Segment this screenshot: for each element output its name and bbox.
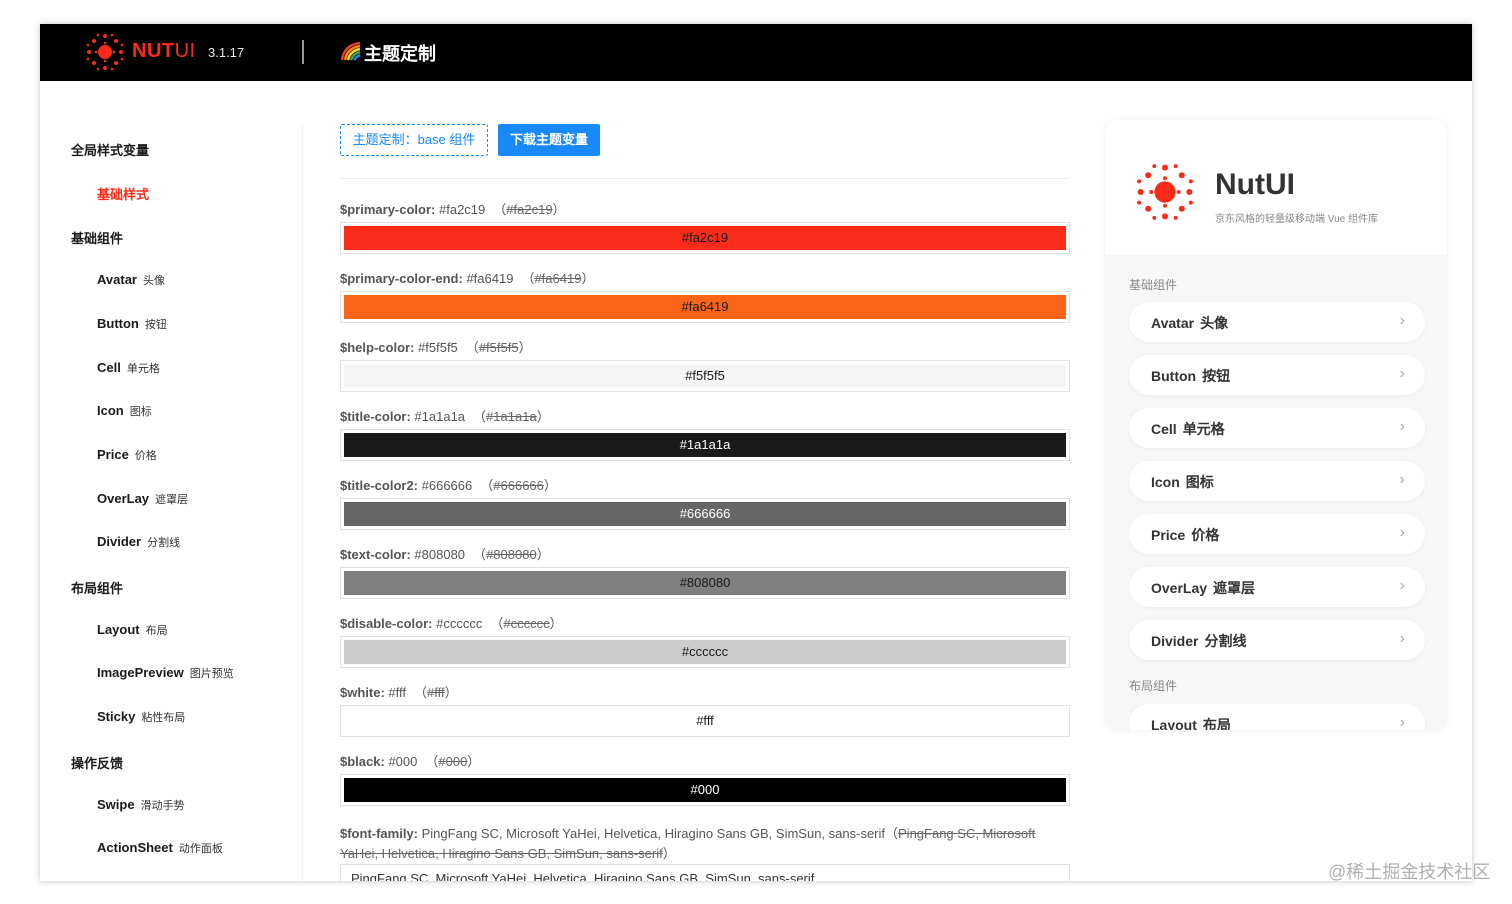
variable-row: $disable-color: #cccccc （#cccccc） #cccccc	[340, 614, 1072, 668]
preview-item-overlay[interactable]: OverLay 遮罩层 ›	[1129, 567, 1425, 607]
color-swatch[interactable]: #fa2c19	[344, 226, 1066, 250]
sidebar-group-feedback: 操作反馈	[71, 756, 124, 771]
theme-base-button[interactable]: 主题定制：base 组件	[340, 124, 488, 156]
sidebar-item-overlay[interactable]: OverLay 遮罩层	[97, 491, 188, 507]
variable-row: $white: #fff （#fff） #fff	[340, 683, 1072, 737]
brand-name[interactable]: NUTUI	[132, 40, 196, 63]
sidebar-item-button[interactable]: Button 按钮	[97, 316, 167, 332]
variable-label: $primary-color: #fa2c19 （#fa2c19）	[340, 202, 566, 217]
chevron-right-icon: ›	[1399, 524, 1405, 541]
preview-group-basic: 基础组件	[1129, 278, 1178, 292]
preview-item-price[interactable]: Price 价格 ›	[1129, 514, 1425, 554]
color-input[interactable]: #f5f5f5	[340, 360, 1070, 392]
chevron-right-icon: ›	[1399, 365, 1405, 382]
chevron-right-icon: ›	[1399, 577, 1405, 594]
variable-row: $primary-color-end: #fa6419 （#fa6419） #fa…	[340, 269, 1072, 323]
font-family-input[interactable]: PingFang SC, Microsoft YaHei, Helvetica,…	[340, 864, 1070, 881]
sidebar-item-sticky[interactable]: Sticky 粘性布局	[97, 709, 185, 725]
variable-label: $black: #000 （#000）	[340, 754, 481, 769]
color-swatch[interactable]: #cccccc	[344, 640, 1066, 664]
variable-label: $title-color2: #666666 （#666666）	[340, 478, 557, 493]
variable-row: $title-color2: #666666 （#666666） #666666	[340, 476, 1072, 530]
variable-label: $help-color: #f5f5f5 （#f5f5f5）	[340, 340, 532, 355]
preview-item-cell[interactable]: Cell 单元格 ›	[1129, 408, 1425, 448]
page-title: 主题定制	[364, 44, 436, 64]
variable-row: $primary-color: #fa2c19 （#fa2c19） #fa2c19	[340, 200, 1072, 254]
sidebar-item-cell[interactable]: Cell 单元格	[97, 360, 160, 376]
sidebar-item-imagepreview[interactable]: ImagePreview 图片预览	[97, 665, 234, 681]
nutui-logo-icon	[1137, 164, 1193, 220]
sidebar-item-actionsheet[interactable]: ActionSheet 动作面板	[97, 840, 223, 856]
variable-row: $title-color: #1a1a1a （#1a1a1a） #1a1a1a	[340, 407, 1072, 461]
content-divider	[340, 178, 1070, 179]
preview-item-layout[interactable]: Layout 布局 ›	[1129, 704, 1425, 730]
preview-item-icon[interactable]: Icon 图标 ›	[1129, 461, 1425, 501]
mobile-preview: NutUI 京东风格的轻量级移动端 Vue 组件库 基础组件 Avatar 头像 ›…	[1105, 120, 1447, 730]
app-frame: NUTUI 3.1.17 主题定制 全局样式变量 基础样式 基础组件 Avata…	[40, 24, 1472, 881]
color-input[interactable]: #1a1a1a	[340, 429, 1070, 461]
sidebar-item-layout[interactable]: Layout 布局	[97, 622, 168, 638]
download-theme-button[interactable]: 下载主题变量	[498, 124, 600, 156]
preview-title: NutUI	[1215, 168, 1295, 201]
variable-label: $text-color: #808080 （#808080）	[340, 547, 550, 562]
variable-label: $primary-color-end: #fa6419 （#fa6419）	[340, 271, 595, 286]
version-label: 3.1.17	[208, 45, 245, 60]
color-input[interactable]: #cccccc	[340, 636, 1070, 668]
chevron-right-icon: ›	[1399, 630, 1405, 647]
rainbow-icon	[340, 41, 361, 61]
nutui-logo-icon	[86, 33, 124, 71]
chevron-right-icon: ›	[1399, 714, 1405, 730]
font-family-label: $font-family: PingFang SC, Microsoft YaH…	[340, 826, 1036, 861]
color-input[interactable]: #808080	[340, 567, 1070, 599]
sidebar-nav: 全局样式变量 基础样式 基础组件 Avatar 头像 Button 按钮 Cell 单…	[40, 81, 302, 881]
chevron-right-icon: ›	[1399, 418, 1405, 435]
sidebar-group-layout: 布局组件	[71, 581, 124, 596]
sidebar-item-icon[interactable]: Icon 图标	[97, 403, 152, 419]
top-header: NUTUI 3.1.17 主题定制	[40, 24, 1472, 81]
color-swatch[interactable]: #fff	[344, 709, 1066, 733]
color-swatch[interactable]: #808080	[344, 571, 1066, 595]
chevron-right-icon: ›	[1399, 471, 1405, 488]
color-input[interactable]: #fa6419	[340, 291, 1070, 323]
preview-subtitle: 京东风格的轻量级移动端 Vue 组件库	[1215, 214, 1378, 225]
color-input[interactable]: #fa2c19	[340, 222, 1070, 254]
preview-item-avatar[interactable]: Avatar 头像 ›	[1129, 302, 1425, 342]
color-swatch[interactable]: #fa6419	[344, 295, 1066, 319]
sidebar-divider	[302, 124, 303, 881]
watermark: @稀土掘金技术社区	[1328, 862, 1491, 882]
color-swatch[interactable]: #000	[344, 778, 1066, 802]
preview-item-button[interactable]: Button 按钮 ›	[1129, 355, 1425, 395]
sidebar-item-divider[interactable]: Divider 分割线	[97, 534, 180, 550]
preview-group-layout: 布局组件	[1129, 679, 1178, 693]
variable-label: $disable-color: #cccccc （#cccccc）	[340, 616, 563, 631]
sidebar-group-global: 全局样式变量	[71, 143, 150, 158]
color-input[interactable]: #000	[340, 774, 1070, 806]
color-input[interactable]: #666666	[340, 498, 1070, 530]
header-divider	[302, 40, 304, 64]
sidebar-group-basic: 基础组件	[71, 231, 124, 246]
sidebar-item-base-style[interactable]: 基础样式	[97, 184, 149, 203]
sidebar-item-price[interactable]: Price 价格	[97, 447, 157, 463]
color-swatch[interactable]: #666666	[344, 502, 1066, 526]
variable-row: $text-color: #808080 （#808080） #808080	[340, 545, 1072, 599]
variable-label: $title-color: #1a1a1a （#1a1a1a）	[340, 409, 550, 424]
chevron-right-icon: ›	[1399, 312, 1405, 329]
sidebar-item-avatar[interactable]: Avatar 头像	[97, 272, 165, 288]
preview-item-divider[interactable]: Divider 分割线 ›	[1129, 620, 1425, 660]
color-input[interactable]: #fff	[340, 705, 1070, 737]
variable-row: $black: #000 （#000） #000	[340, 752, 1072, 806]
color-swatch[interactable]: #f5f5f5	[344, 364, 1066, 388]
preview-header: NutUI 京东风格的轻量级移动端 Vue 组件库	[1105, 120, 1447, 255]
sidebar-item-swipe[interactable]: Swipe 滑动手势	[97, 797, 185, 813]
variable-label: $white: #fff （#fff）	[340, 685, 458, 700]
color-swatch[interactable]: #1a1a1a	[344, 433, 1066, 457]
variable-row: $help-color: #f5f5f5 （#f5f5f5） #f5f5f5	[340, 338, 1072, 392]
